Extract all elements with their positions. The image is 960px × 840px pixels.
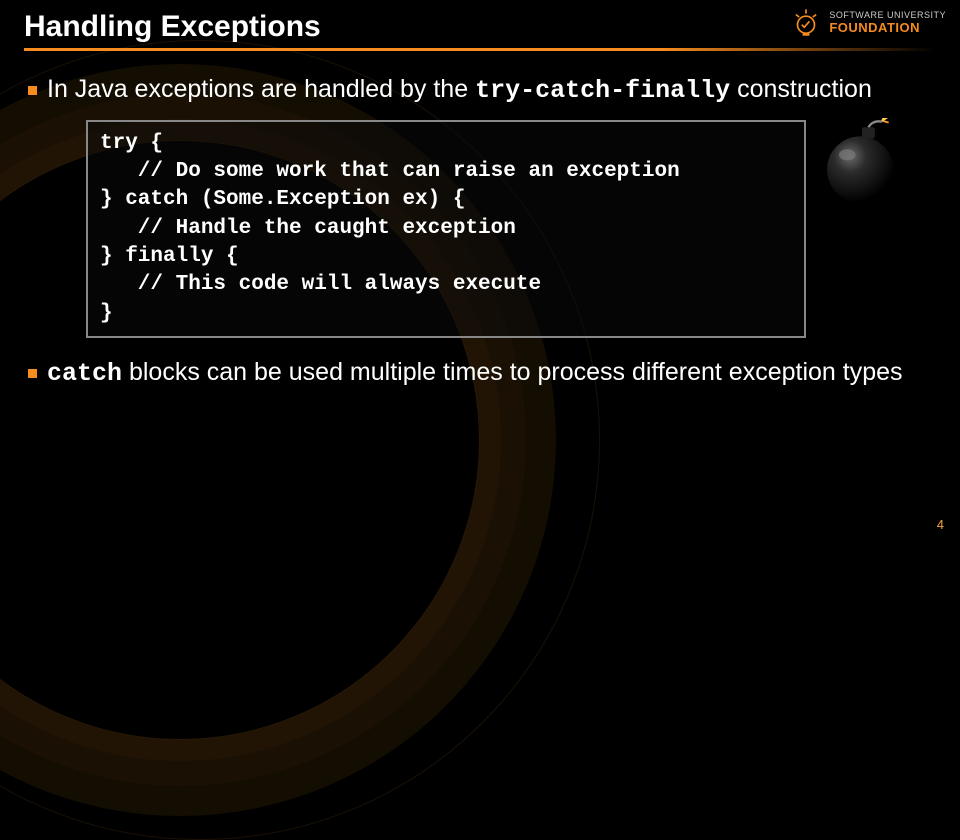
brand-logo: SOFTWARE UNIVERSITY FOUNDATION [789,6,946,40]
bullet-1: In Java exceptions are handled by the tr… [28,73,932,108]
slide: SOFTWARE UNIVERSITY FOUNDATION Handling … [0,0,960,540]
bomb-icon [814,116,910,212]
bullet-2-code: catch [47,359,122,388]
title-underline [24,48,936,51]
code-block: try { // Do some work that can raise an … [86,120,806,338]
slide-content: In Java exceptions are handled by the tr… [24,73,936,391]
bullet-2-post: blocks can be used multiple times to pro… [122,358,903,386]
bullet-marker-icon [28,369,37,378]
bullet-1-pre: In Java exceptions are handled by the [47,75,475,103]
bullet-1-post: construction [730,75,872,103]
lightbulb-icon [789,6,823,40]
bullet-2: catch blocks can be used multiple times … [28,356,932,391]
bullet-marker-icon [28,86,37,95]
bullet-1-code: try-catch-finally [475,76,730,105]
brand-text: SOFTWARE UNIVERSITY FOUNDATION [829,11,946,34]
code-row: try { // Do some work that can raise an … [86,120,932,338]
page-number: 4 [937,517,944,532]
